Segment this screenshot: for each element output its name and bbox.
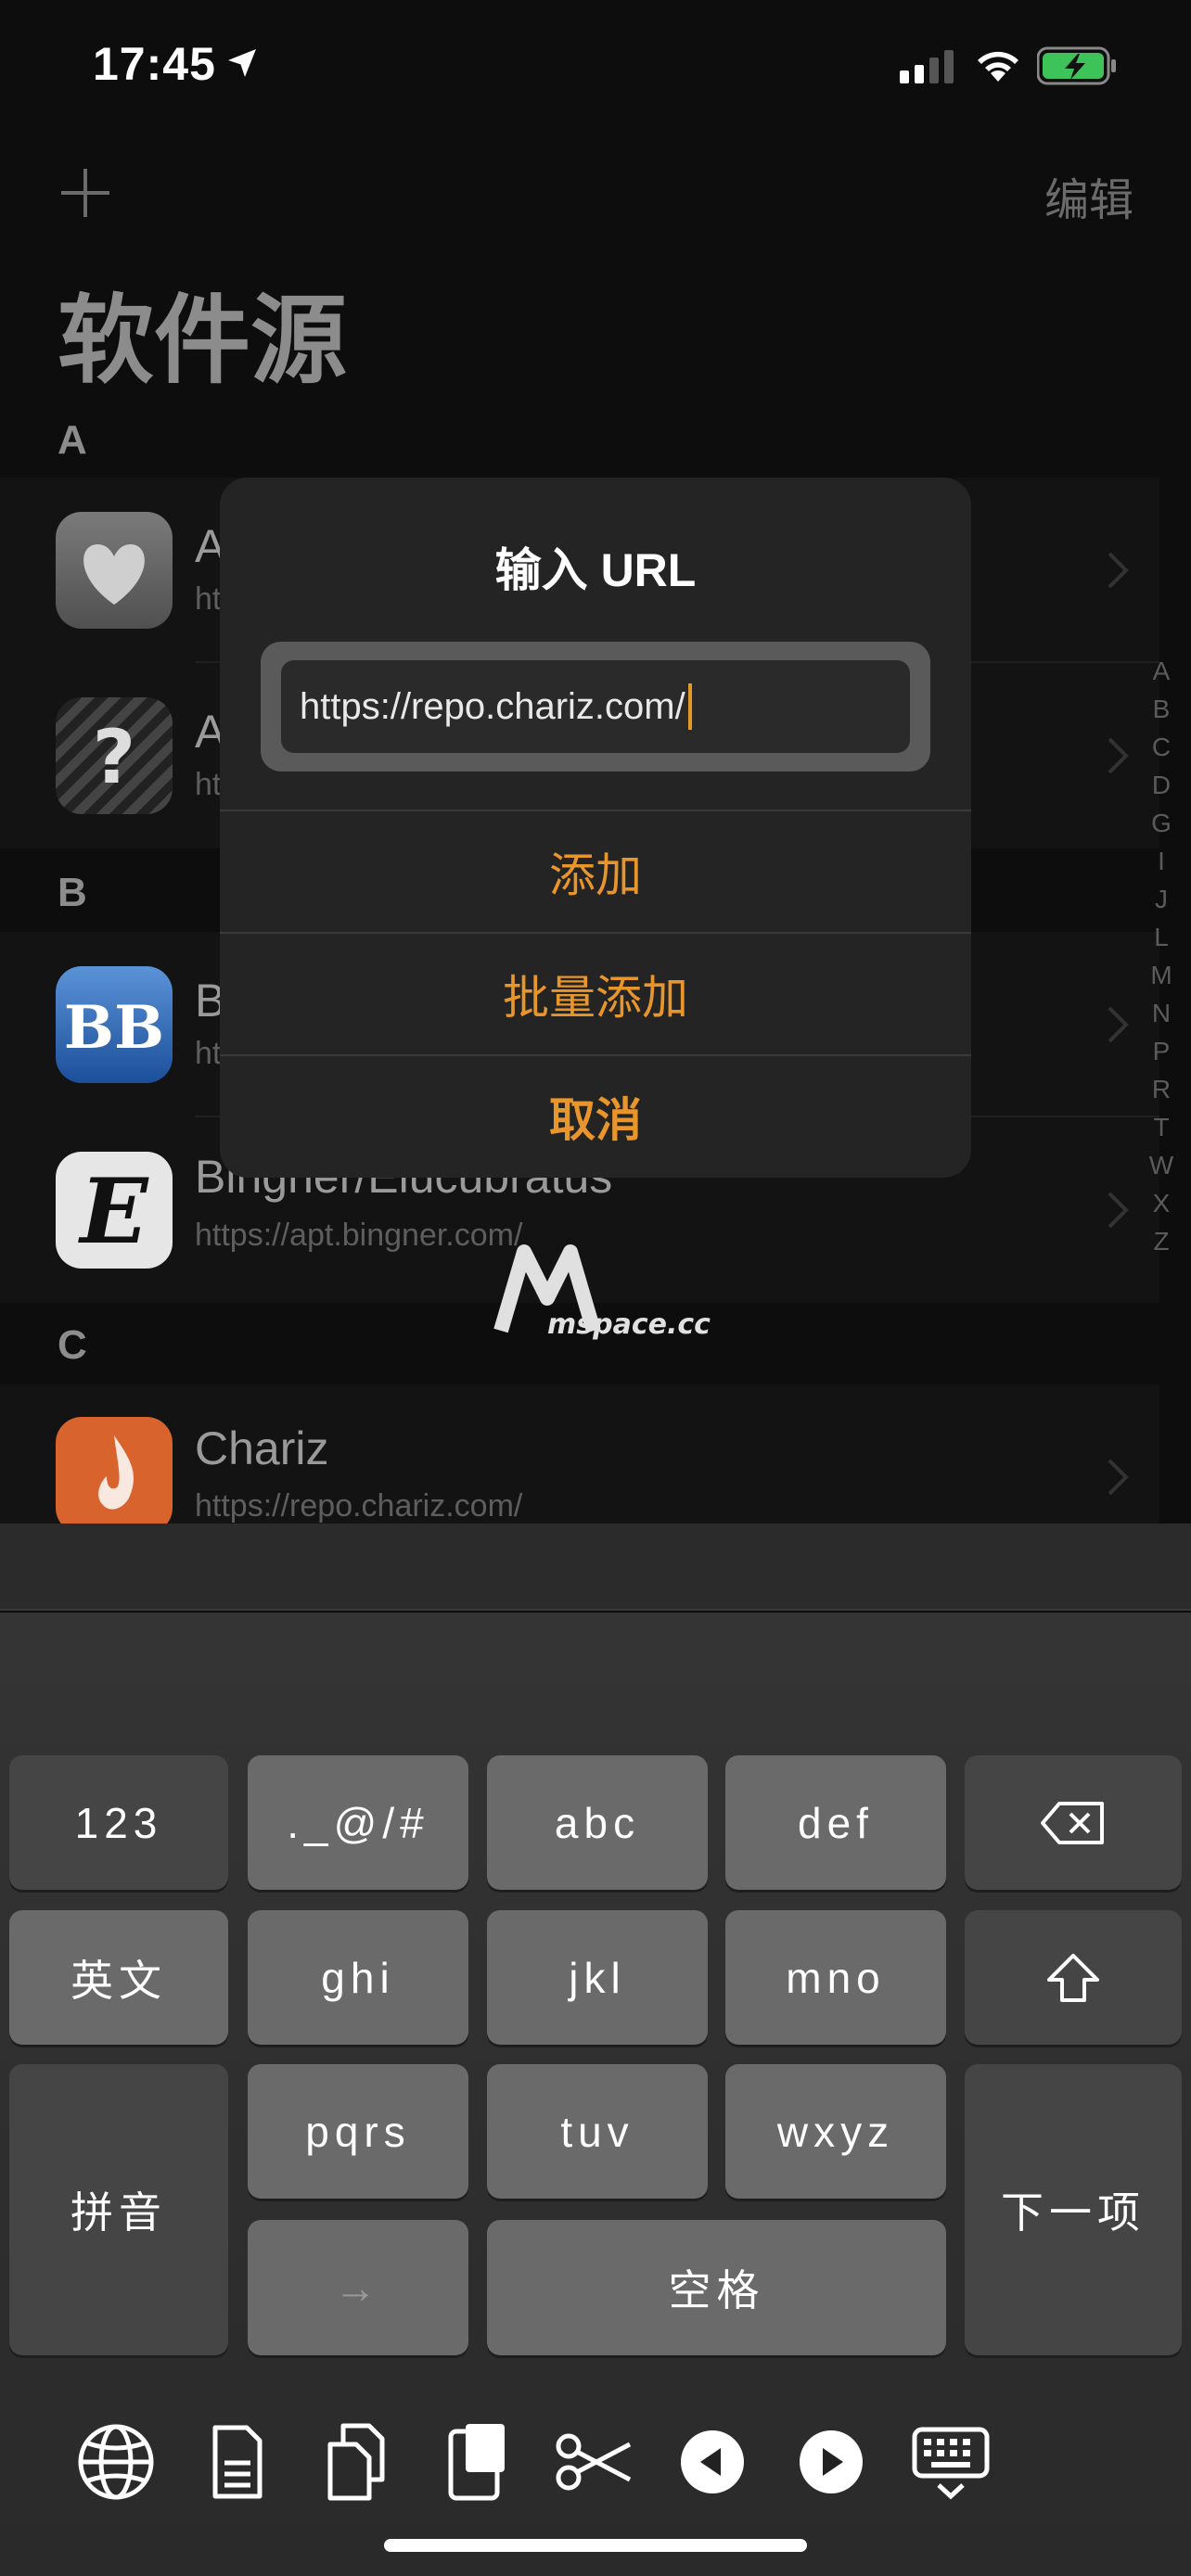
flame-icon — [56, 1417, 173, 1524]
heart-icon — [56, 512, 173, 629]
svg-text:?: ? — [93, 714, 135, 800]
index-letter[interactable]: C — [1143, 733, 1180, 771]
row-subtitle: ht — [195, 1036, 222, 1071]
cursor-left-icon[interactable] — [671, 2420, 754, 2504]
key-pqrs[interactable]: pqrs — [248, 2064, 468, 2199]
section-header-b: B — [58, 870, 87, 915]
elucubratus-logo-icon: E — [56, 1152, 173, 1269]
paste-icon[interactable] — [434, 2420, 518, 2504]
shift-key[interactable] — [965, 1910, 1182, 2045]
cellular-signal-icon — [900, 50, 954, 83]
shift-arrow-icon — [1047, 1953, 1099, 2002]
status-time: 17:45 — [93, 38, 216, 90]
cancel-button[interactable]: 取消 — [220, 1054, 971, 1177]
enter-url-alert: 输入 URL https://repo.chariz.com/ 添加 批量添加 … — [220, 478, 971, 1178]
svg-text:BB: BB — [64, 993, 164, 1063]
batch-add-button[interactable]: 批量添加 — [220, 932, 971, 1054]
index-letter[interactable]: L — [1143, 923, 1180, 961]
chevron-right-icon — [1108, 737, 1129, 774]
add-source-button[interactable] — [58, 165, 113, 221]
keyboard-dismiss-icon[interactable] — [909, 2420, 992, 2504]
row-title: Chariz — [195, 1422, 329, 1474]
alert-title: 输入 URL — [494, 544, 697, 596]
wifi-icon — [978, 51, 1018, 82]
document-icon[interactable] — [195, 2420, 278, 2504]
index-letter[interactable]: P — [1143, 1037, 1180, 1075]
page-title: 软件源 — [58, 287, 348, 395]
url-input-value: https://repo.chariz.com/ — [300, 685, 685, 727]
key-jkl[interactable]: jkl — [487, 1910, 708, 2045]
section-header-a: A — [58, 417, 87, 463]
delete-key[interactable] — [965, 1755, 1182, 1890]
index-letter[interactable]: R — [1143, 1075, 1180, 1113]
question-mark-icon: ? — [56, 697, 173, 814]
index-letter[interactable]: B — [1143, 695, 1180, 733]
key-ghi[interactable]: ghi — [248, 1910, 468, 2045]
text-caret — [687, 683, 692, 730]
globe-icon[interactable] — [74, 2420, 158, 2504]
index-letter[interactable]: D — [1143, 771, 1180, 809]
index-letter[interactable]: T — [1143, 1113, 1180, 1151]
index-letter[interactable]: N — [1143, 999, 1180, 1037]
copy-icon[interactable] — [315, 2420, 399, 2504]
key-123[interactable]: 123 — [9, 1755, 228, 1890]
edit-button[interactable]: 编辑 — [1044, 163, 1133, 228]
index-letter[interactable]: A — [1143, 657, 1180, 695]
cut-scissors-icon[interactable] — [552, 2420, 635, 2504]
space-key[interactable]: 空格 — [487, 2220, 946, 2355]
index-letter[interactable]: G — [1143, 809, 1180, 847]
url-input[interactable]: https://repo.chariz.com/ — [281, 660, 910, 753]
index-letter[interactable]: W — [1143, 1151, 1180, 1189]
status-bar: 17:45 — [0, 0, 1191, 139]
svg-text:E: E — [77, 1159, 149, 1264]
next-field-key[interactable]: 下一项 — [965, 2064, 1182, 2355]
chevron-right-icon — [1108, 1192, 1129, 1229]
key-def[interactable]: def — [725, 1755, 946, 1890]
row-subtitle: https://apt.bingner.com/ — [195, 1218, 523, 1253]
key-tuv[interactable]: tuv — [487, 2064, 708, 2199]
key-arrow-right[interactable]: → — [248, 2220, 468, 2355]
cursor-right-icon[interactable] — [789, 2420, 873, 2504]
list-item[interactable]: Chariz https://repo.chariz.com/ — [0, 1384, 1159, 1524]
key-wxyz[interactable]: wxyz — [725, 2064, 946, 2199]
chevron-right-icon — [1108, 1459, 1129, 1496]
watermark-logo: mspace.cc — [493, 1244, 711, 1341]
watermark-text: mspace.cc — [547, 1308, 711, 1341]
row-subtitle: https://repo.chariz.com/ — [195, 1488, 523, 1524]
chevron-right-icon — [1108, 1006, 1129, 1043]
delete-backspace-icon — [1041, 1801, 1104, 1844]
key-mno[interactable]: mno — [725, 1910, 946, 2045]
index-letter[interactable]: X — [1143, 1189, 1180, 1227]
index-letter[interactable]: J — [1143, 885, 1180, 923]
index-letter[interactable]: Z — [1143, 1227, 1180, 1265]
bigboss-logo-icon: BB — [56, 966, 173, 1083]
section-index-bar[interactable]: A B C D G I J L M N P R T W X Z — [1143, 657, 1180, 1265]
section-header-c: C — [58, 1322, 87, 1368]
url-field-focus-ring: https://repo.chariz.com/ — [261, 642, 930, 772]
key-abc[interactable]: abc — [487, 1755, 708, 1890]
key-symbols[interactable]: ._@/# — [248, 1755, 468, 1890]
location-arrow-icon — [228, 49, 256, 77]
key-pinyin[interactable]: 拼音 — [9, 2064, 228, 2355]
battery-charging-icon — [1037, 46, 1116, 85]
chevron-right-icon — [1108, 552, 1129, 589]
section-c-list: Chariz https://repo.chariz.com/ — [0, 1384, 1159, 1524]
row-subtitle: ht — [195, 581, 222, 617]
index-letter[interactable]: I — [1143, 847, 1180, 885]
keyboard-candidate-bar — [0, 1524, 1191, 1611]
index-letter[interactable]: M — [1143, 961, 1180, 999]
key-english[interactable]: 英文 — [9, 1910, 228, 2045]
add-button[interactable]: 添加 — [220, 810, 971, 932]
home-indicator[interactable] — [384, 2539, 807, 2552]
row-subtitle: ht — [195, 767, 222, 802]
